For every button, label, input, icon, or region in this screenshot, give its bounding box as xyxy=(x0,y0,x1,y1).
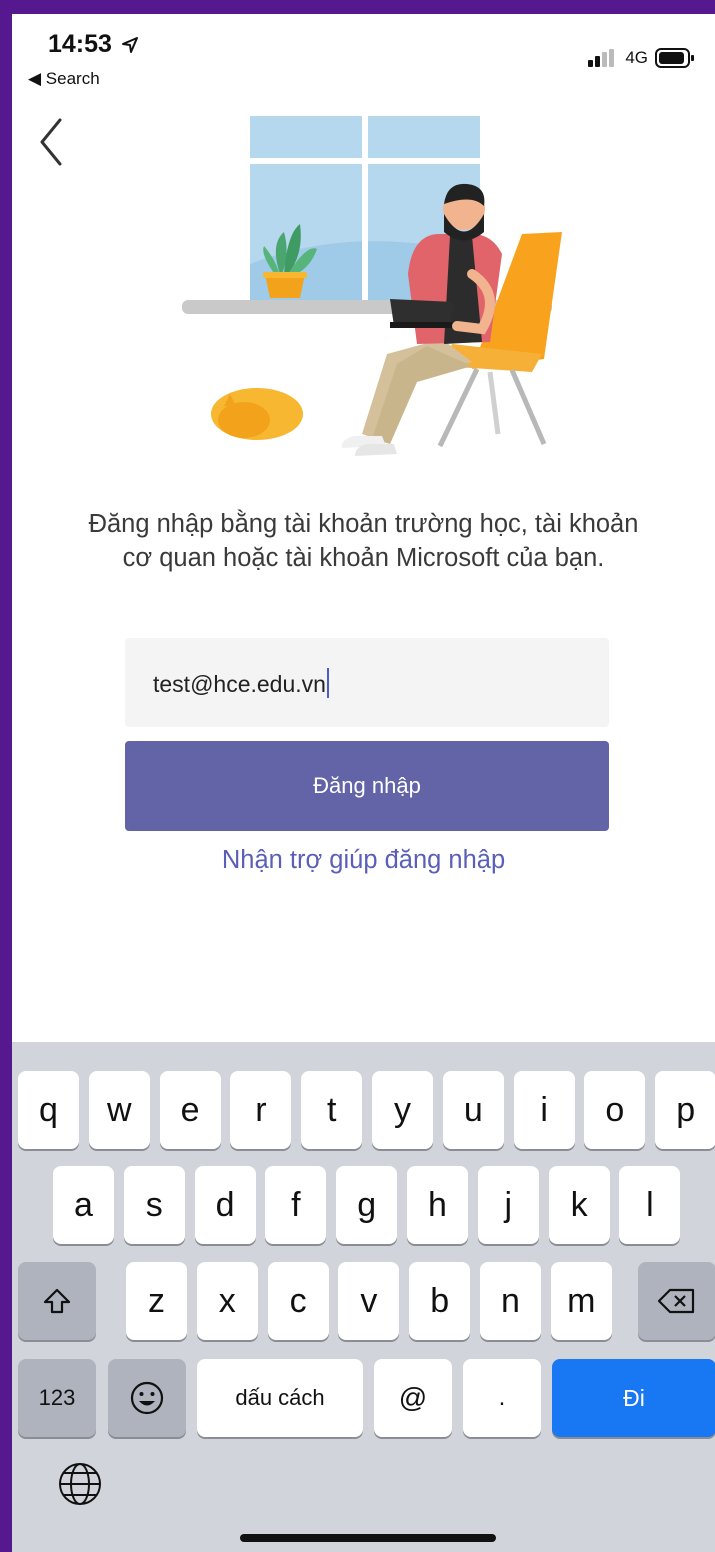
key-a[interactable]: a xyxy=(53,1166,114,1244)
network-label: 4G xyxy=(625,48,648,67)
key-i[interactable]: i xyxy=(513,1071,575,1149)
key-p[interactable]: p xyxy=(655,1071,715,1149)
onscreen-keyboard: qwertyuiop asdfghjkl zxcvbnm 123 dấu các… xyxy=(12,1042,715,1552)
time-text: 14:53 xyxy=(48,30,112,58)
shift-icon xyxy=(43,1288,71,1314)
signal-icon xyxy=(588,49,615,67)
delete-icon xyxy=(657,1288,695,1314)
key-d[interactable]: d xyxy=(194,1166,256,1244)
key-m[interactable]: m xyxy=(550,1262,612,1340)
key-t[interactable]: t xyxy=(301,1071,363,1149)
cat-illustration xyxy=(211,388,303,440)
key-n[interactable]: n xyxy=(480,1262,541,1340)
key-u[interactable]: u xyxy=(442,1071,504,1149)
signin-help-link[interactable]: Nhận trợ giúp đăng nhập xyxy=(12,846,715,875)
phone-screen: 14:53 ◀ Search 4G Đăng nhập bằng tài kho… xyxy=(12,14,715,1552)
key-z[interactable]: z xyxy=(126,1262,187,1340)
key-y[interactable]: y xyxy=(372,1071,433,1149)
key-w[interactable]: w xyxy=(88,1071,150,1149)
back-chevron-icon[interactable] xyxy=(32,112,72,172)
location-arrow-icon xyxy=(121,37,138,54)
home-indicator xyxy=(240,1534,496,1542)
delete-key[interactable] xyxy=(638,1262,715,1340)
key-r[interactable]: r xyxy=(230,1071,292,1149)
battery-icon xyxy=(655,48,694,68)
emoji-key[interactable] xyxy=(108,1359,186,1437)
key-o[interactable]: o xyxy=(584,1071,646,1149)
key-f[interactable]: f xyxy=(265,1166,327,1244)
space-key[interactable]: dấu cách xyxy=(197,1359,363,1437)
key-l[interactable]: l xyxy=(619,1166,681,1244)
signin-button[interactable]: Đăng nhập xyxy=(125,741,609,831)
key-j[interactable]: j xyxy=(477,1166,539,1244)
globe-icon[interactable] xyxy=(56,1460,104,1508)
key-e[interactable]: e xyxy=(159,1071,221,1149)
emoji-icon xyxy=(130,1381,164,1415)
key-k[interactable]: k xyxy=(548,1166,610,1244)
go-key[interactable]: Đi xyxy=(552,1359,715,1437)
email-input-text: test@hce.edu.vn xyxy=(153,668,329,698)
signin-button-label: Đăng nhập xyxy=(313,773,421,798)
signin-prompt: Đăng nhập bằng tài khoản trường học, tài… xyxy=(88,510,639,572)
key-g[interactable]: g xyxy=(336,1166,398,1244)
key-h[interactable]: h xyxy=(407,1166,468,1244)
at-key[interactable]: @ xyxy=(374,1359,452,1437)
key-c[interactable]: c xyxy=(267,1262,329,1340)
status-back-link[interactable]: ◀ Search xyxy=(28,69,100,89)
hero-illustration xyxy=(182,116,562,456)
key-b[interactable]: b xyxy=(409,1262,471,1340)
key-x[interactable]: x xyxy=(196,1262,258,1340)
shift-key[interactable] xyxy=(18,1262,96,1340)
email-input[interactable]: test@hce.edu.vn xyxy=(125,638,609,727)
signin-help-link-label: Nhận trợ giúp đăng nhập xyxy=(221,846,506,874)
key-s[interactable]: s xyxy=(123,1166,185,1244)
key-v[interactable]: v xyxy=(338,1262,400,1340)
text-caret xyxy=(326,668,329,698)
numbers-key[interactable]: 123 xyxy=(18,1359,96,1437)
status-time: 14:53 xyxy=(48,30,139,59)
key-q[interactable]: q xyxy=(18,1071,79,1149)
status-right: 4G xyxy=(588,48,695,68)
dot-key[interactable]: . xyxy=(463,1359,541,1437)
